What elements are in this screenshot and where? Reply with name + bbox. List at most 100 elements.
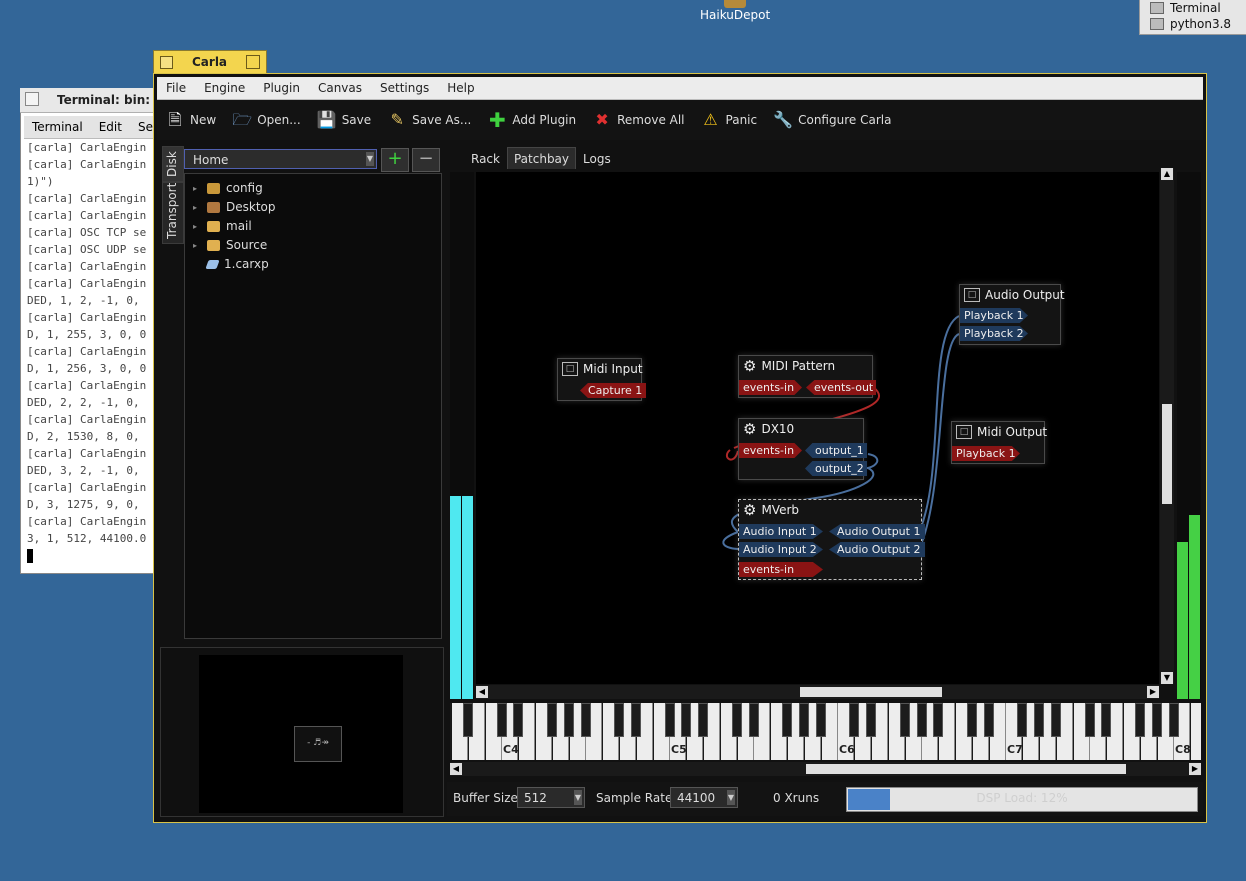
scrollbar-thumb[interactable] [800,687,942,697]
port-output-2[interactable]: output_2 [805,461,867,476]
menu-settings[interactable]: Settings [371,77,438,99]
black-key[interactable] [1051,703,1061,737]
port-events-out[interactable]: events-out [806,380,876,395]
black-key[interactable] [496,703,507,737]
patchbay-canvas[interactable]: □ Midi Input Capture 1 ⚙ MIDI Pattern even… [476,172,1159,684]
tab-rack[interactable]: Rack [464,147,507,169]
port-playback-2[interactable]: Playback 2 [960,326,1028,341]
black-key[interactable] [463,703,473,737]
scroll-left-arrow-icon[interactable]: ◀ [476,686,488,698]
remove-all-button[interactable]: ✖ Remove All [584,104,692,136]
expand-arrow-icon[interactable]: ▸ [193,241,201,250]
black-key[interactable] [983,703,994,737]
menu-canvas[interactable]: Canvas [309,77,371,99]
canvas-vertical-scrollbar[interactable]: ▲ ▼ [1160,168,1174,684]
menu-help[interactable]: Help [438,77,483,99]
black-key[interactable] [933,703,944,737]
port-audio-output-2[interactable]: Audio Output 2 [829,542,925,557]
scrollbar-thumb[interactable] [806,764,1126,774]
black-key[interactable] [547,703,557,737]
black-key[interactable] [1151,703,1162,737]
scroll-right-arrow-icon[interactable]: ▶ [1147,686,1159,698]
xruns-counter[interactable]: 0 Xruns [773,791,819,805]
expand-arrow-icon[interactable]: ▸ [193,203,201,212]
node-midi-output[interactable]: □ Midi Output Playback 1 [951,421,1047,464]
black-key[interactable] [916,703,927,737]
scroll-down-arrow-icon[interactable]: ▼ [1161,672,1173,684]
tab-patchbay[interactable]: Patchbay [506,147,577,169]
terminal-menu-edit[interactable]: Edit [91,116,130,138]
node-midi-pattern[interactable]: ⚙ MIDI Pattern events-in events-out [738,355,876,398]
black-key[interactable] [782,703,793,737]
new-button[interactable]: 🗎 New [157,104,224,136]
menu-engine[interactable]: Engine [195,77,254,99]
port-capture-1[interactable]: Capture 1 [580,383,646,398]
sample-rate-select[interactable]: 44100 ▼ [670,787,738,808]
save-as-button[interactable]: ✎ Save As... [379,104,479,136]
tab-logs[interactable]: Logs [576,147,618,169]
tab-disk[interactable]: Disk [162,146,184,182]
open-button[interactable]: 🗁 Open... [224,104,309,136]
black-key[interactable] [748,703,759,737]
port-events-in[interactable]: events-in [739,562,823,577]
black-key[interactable] [1017,703,1028,737]
port-audio-input-1[interactable]: Audio Input 1 [739,524,823,539]
file-tree[interactable]: ▸ config ▸ Desktop ▸ mail ▸ Source 1.carxp [184,173,442,639]
black-key[interactable] [799,703,809,737]
port-playback-1[interactable]: Playback 1 [952,446,1020,461]
black-key[interactable] [1135,703,1145,737]
black-key[interactable] [1101,703,1112,737]
remove-folder-button[interactable]: − [412,148,440,172]
piano-keyboard[interactable]: C4 C5 C6 C7 C8 [450,703,1201,760]
black-key[interactable] [664,703,675,737]
black-key[interactable] [967,703,977,737]
tab-transport[interactable]: Transport [162,182,184,244]
tree-item-desktop[interactable]: ▸ Desktop [193,198,276,216]
configure-carla-button[interactable]: 🔧 Configure Carla [765,104,899,136]
panic-button[interactable]: ⚠ Panic [693,104,766,136]
tree-item-mail[interactable]: ▸ mail [193,217,252,235]
port-output-1[interactable]: output_1 [805,443,867,458]
black-key[interactable] [513,703,524,737]
white-key[interactable] [1191,703,1201,760]
black-key[interactable] [563,703,574,737]
node-midi-input[interactable]: □ Midi Input Capture 1 [557,358,646,401]
black-key[interactable] [849,703,860,737]
node-mverb[interactable]: ⚙ MVerb Audio Input 1 Audio Input 2 event… [738,499,925,580]
buffer-size-select[interactable]: 512 ▼ [517,787,585,808]
port-audio-output-1[interactable]: Audio Output 1 [829,524,925,539]
node-dx10[interactable]: ⚙ DX10 events-in output_1 output_2 [738,418,867,480]
black-key[interactable] [815,703,826,737]
terminal-menu-terminal[interactable]: Terminal [24,116,91,138]
canvas-horizontal-scrollbar[interactable]: ◀ ▶ [476,685,1159,699]
black-key[interactable] [1168,703,1179,737]
port-playback-1[interactable]: Playback 1 [960,308,1028,323]
black-key[interactable] [698,703,709,737]
node-audio-output[interactable]: □ Audio Output Playback 1 Playback 2 [959,284,1065,345]
port-events-in[interactable]: events-in [739,443,802,458]
zoom-icon[interactable] [246,55,260,69]
menu-plugin[interactable]: Plugin [254,77,309,99]
close-icon[interactable] [160,56,173,69]
black-key[interactable] [1034,703,1045,737]
tree-item-source[interactable]: ▸ Source [193,236,267,254]
terminal-output[interactable]: [carla] CarlaEngin [carla] CarlaEngin 1)")… [24,139,158,569]
black-key[interactable] [631,703,641,737]
scroll-right-arrow-icon[interactable]: ▶ [1189,763,1201,775]
scroll-up-arrow-icon[interactable]: ▲ [1161,168,1173,180]
black-key[interactable] [681,703,692,737]
add-plugin-button[interactable]: ✚ Add Plugin [479,104,584,136]
tree-item-config[interactable]: ▸ config [193,179,263,197]
terminal-title-tab[interactable]: Terminal: bin: py [20,88,171,113]
keyboard-scrollbar[interactable]: ◀ ▶ [450,762,1201,776]
black-key[interactable] [866,703,877,737]
tree-item-carxp[interactable]: 1.carxp [193,255,269,273]
haikudepot-desktop-icon[interactable]: HaikuDepot [700,0,770,22]
add-folder-button[interactable]: + [381,148,409,172]
expand-arrow-icon[interactable]: ▸ [193,222,201,231]
black-key[interactable] [899,703,910,737]
deskbar-item-terminal[interactable]: Terminal [1140,0,1246,16]
canvas-preview-viewport[interactable]: - ♬↠ [294,726,342,762]
save-button[interactable]: 💾 Save [309,104,379,136]
port-events-in[interactable]: events-in [739,380,802,395]
